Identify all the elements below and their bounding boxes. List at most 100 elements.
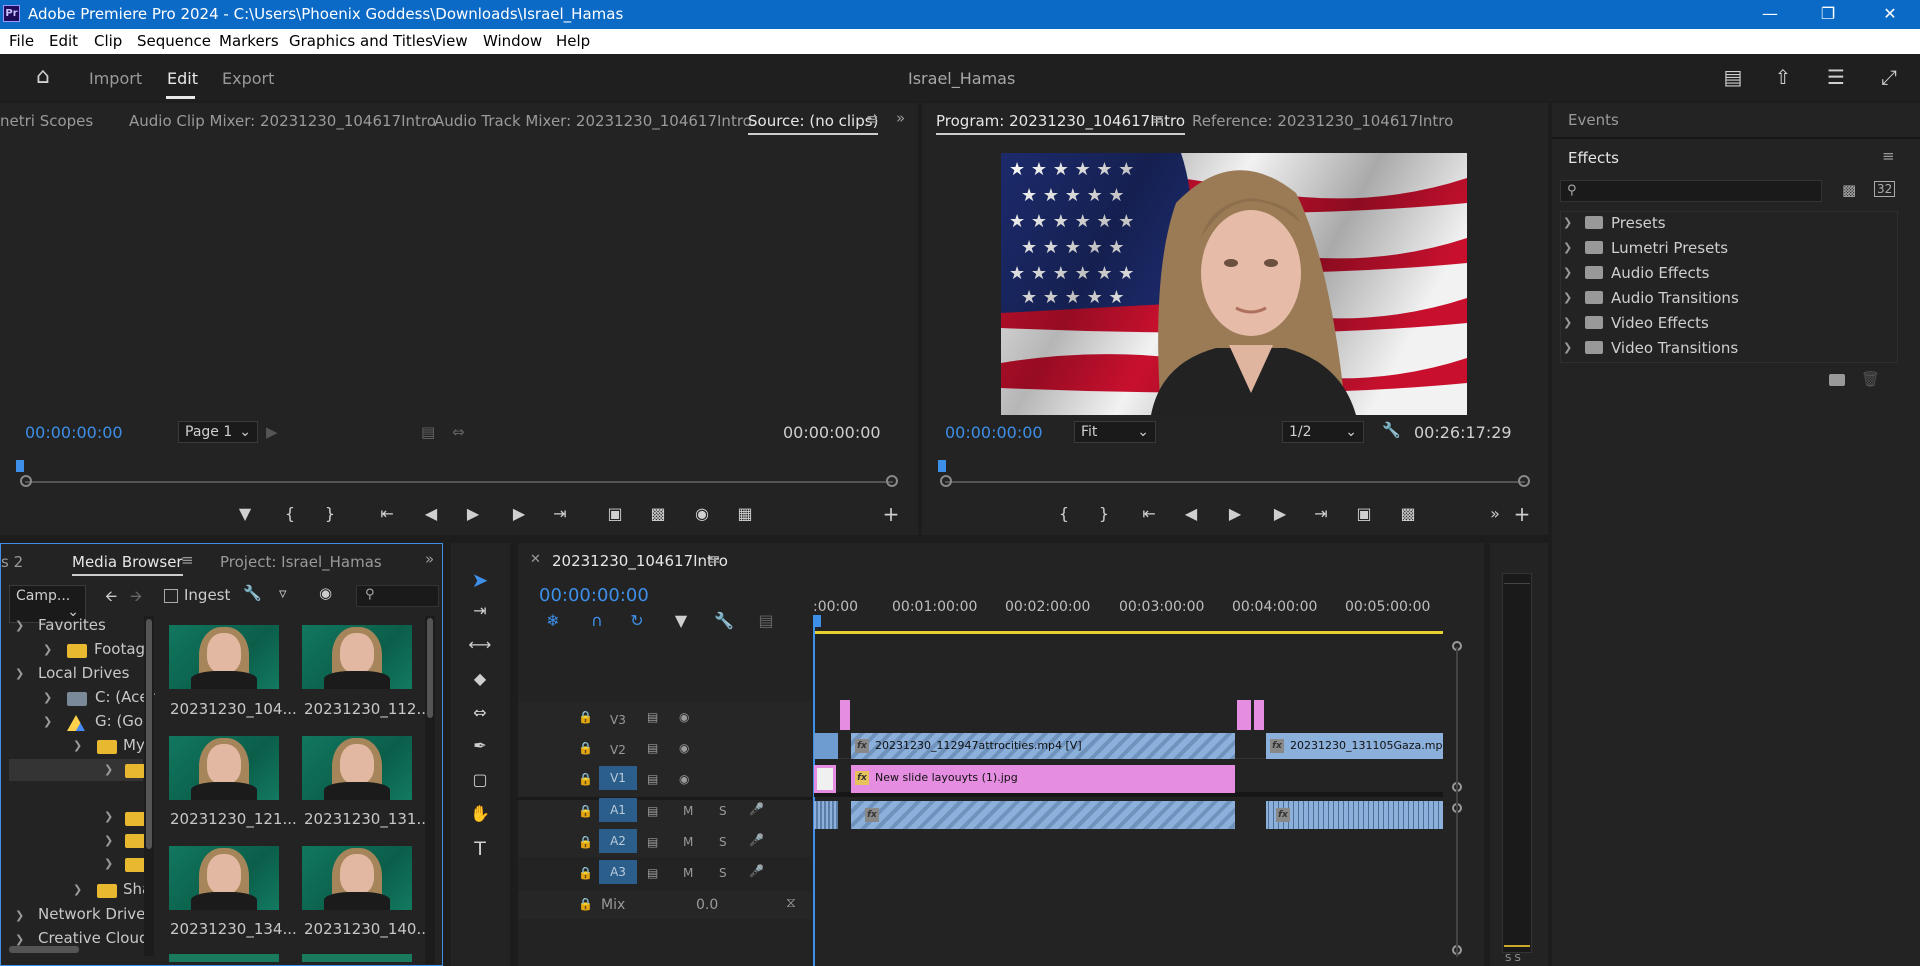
- program-timecode[interactable]: 00:00:00:00: [945, 423, 1043, 442]
- chevron-down-icon[interactable]: ❯: [104, 763, 113, 776]
- menu-edit[interactable]: Edit: [49, 32, 78, 50]
- v2-clip-gaza[interactable]: fx 20231230_131105Gaza.mp4: [1266, 733, 1443, 759]
- tree-h-scrollbar-thumb[interactable]: [9, 946, 79, 953]
- menu-graphics-and-titles[interactable]: Graphics and Titles: [289, 32, 433, 50]
- tab-audio-clip-mixer[interactable]: Audio Clip Mixer: 20231230_104617Intro: [129, 112, 436, 130]
- sync-lock-icon[interactable]: ▤: [647, 866, 658, 880]
- v3-clip[interactable]: [1254, 700, 1264, 730]
- tab-lumetri-scopes[interactable]: netri Scopes: [0, 112, 93, 130]
- slip-tool-icon[interactable]: ⇔: [467, 703, 493, 722]
- chevron-right-icon[interactable]: ❯: [1563, 266, 1572, 279]
- lock-icon[interactable]: 🔒: [578, 710, 593, 724]
- tab-project[interactable]: Project: Israel_Hamas: [220, 553, 382, 571]
- tab-program[interactable]: Program: 20231230_104617Intro: [936, 112, 1186, 135]
- program-playhead[interactable]: [938, 460, 946, 472]
- mute-a3-button[interactable]: M: [683, 866, 693, 880]
- lock-icon[interactable]: 🔒: [578, 741, 593, 755]
- v3-clip[interactable]: [1237, 700, 1251, 730]
- source-zoom-end[interactable]: [886, 475, 898, 487]
- media-thumbnail[interactable]: [169, 846, 279, 910]
- tree-network-drives[interactable]: Network Drives: [38, 905, 153, 923]
- insert-icon[interactable]: ▣: [602, 504, 628, 523]
- tab-events[interactable]: Events: [1568, 111, 1619, 129]
- tree-scrollbar-thumb[interactable]: [146, 619, 152, 849]
- close-button[interactable]: ✕: [1862, 0, 1918, 29]
- chevron-down-icon[interactable]: ❯: [15, 933, 24, 946]
- menu-clip[interactable]: Clip: [94, 32, 122, 50]
- home-icon[interactable]: ⌂: [30, 64, 56, 90]
- mark-out-icon[interactable]: }: [1091, 504, 1117, 523]
- v1-clip[interactable]: [814, 765, 836, 793]
- go-to-in-icon[interactable]: ⇤: [374, 504, 400, 523]
- media-thumbnail[interactable]: [302, 736, 412, 800]
- work-area-bar[interactable]: [814, 631, 1443, 634]
- solo-a2-button[interactable]: S: [719, 835, 727, 849]
- restore-button[interactable]: ❐: [1800, 0, 1856, 29]
- track-label-a2[interactable]: A2: [599, 829, 637, 853]
- effects-item-audio-transitions[interactable]: Audio Transitions: [1611, 289, 1739, 307]
- share-icon[interactable]: ⇧: [1770, 64, 1796, 90]
- tab-media-browser[interactable]: Media Browser: [72, 553, 183, 576]
- pen-tool-icon[interactable]: ✒: [467, 736, 493, 755]
- resolution-dropdown[interactable]: 1/2 ⌄: [1282, 421, 1364, 443]
- lock-icon[interactable]: 🔒: [578, 866, 593, 880]
- media-thumbnail[interactable]: [302, 846, 412, 910]
- nest-icon[interactable]: ❄: [540, 611, 566, 630]
- program-menu-icon[interactable]: ≡: [1152, 110, 1165, 128]
- media-thumbnail[interactable]: [302, 625, 412, 689]
- v1-clip-slide[interactable]: fx New slide layouyts (1).jpg: [851, 765, 1235, 793]
- tree-favorites[interactable]: Favorites: [38, 616, 106, 634]
- add-marker-icon[interactable]: ▼: [668, 611, 694, 630]
- overwrite-icon[interactable]: ▩: [645, 504, 671, 523]
- v2-clip-attrocities[interactable]: fx 20231230_112947attrocities.mp4 [V]: [851, 733, 1235, 759]
- effects-search-input[interactable]: ⚲: [1560, 180, 1822, 202]
- go-to-out-icon[interactable]: ⇥: [547, 504, 573, 523]
- 32bit-effects-icon[interactable]: 32: [1874, 181, 1896, 197]
- media-search-input[interactable]: ⚲: [356, 585, 439, 607]
- mic-icon[interactable]: 🎤: [749, 833, 764, 847]
- tree-my-drive[interactable]: My: [123, 736, 145, 754]
- filter-icon[interactable]: ▿: [279, 584, 287, 602]
- lock-icon[interactable]: 🔒: [578, 897, 593, 911]
- menu-window[interactable]: Window: [483, 32, 542, 50]
- tab-import[interactable]: Import: [89, 69, 142, 88]
- mic-icon[interactable]: 🎤: [749, 864, 764, 878]
- a1-clip-attrocities[interactable]: fx: [851, 801, 1235, 829]
- mark-in-icon[interactable]: {: [1051, 504, 1077, 523]
- minimize-button[interactable]: —: [1742, 0, 1798, 29]
- source-playhead[interactable]: [16, 460, 24, 472]
- step-back-icon[interactable]: ◀: [418, 504, 444, 523]
- menu-markers[interactable]: Markers: [219, 32, 279, 50]
- sync-lock-icon[interactable]: ▤: [647, 804, 658, 818]
- media-thumbnail-partial[interactable]: [302, 954, 412, 962]
- eye-icon[interactable]: ◉: [679, 741, 689, 755]
- quick-export-icon[interactable]: ▤: [1720, 64, 1746, 90]
- go-to-out-icon[interactable]: ⇥: [1308, 504, 1334, 523]
- effects-menu-icon[interactable]: ≡: [1882, 147, 1895, 165]
- timeline-vscroll-track[interactable]: [1456, 647, 1458, 957]
- wrench-icon[interactable]: 🔧: [243, 584, 262, 602]
- workspaces-icon[interactable]: ☰: [1823, 64, 1849, 90]
- hand-tool-icon[interactable]: ✋: [467, 804, 493, 823]
- tab-audio-track-mixer[interactable]: Audio Track Mixer: 20231230_104617Intro: [434, 112, 752, 130]
- forward-arrow-icon[interactable]: 🡪: [130, 586, 142, 611]
- chevron-down-icon[interactable]: ❯: [15, 667, 24, 680]
- step-back-icon[interactable]: ◀: [1178, 504, 1204, 523]
- export-frame-icon[interactable]: ◉: [689, 504, 715, 523]
- effects-item-lumetri-presets[interactable]: Lumetri Presets: [1611, 239, 1728, 257]
- program-scrub-ruler[interactable]: [945, 481, 1525, 483]
- tab-effects[interactable]: Effects: [1568, 149, 1619, 167]
- effects-item-video-transitions[interactable]: Video Transitions: [1611, 339, 1738, 357]
- trash-icon[interactable]: 🗑: [1861, 370, 1880, 388]
- program-zoom-start[interactable]: [940, 475, 952, 487]
- sync-lock-icon[interactable]: ▤: [647, 741, 658, 755]
- effects-item-video-effects[interactable]: Video Effects: [1611, 314, 1709, 332]
- step-forward-icon[interactable]: ▶: [1267, 504, 1293, 523]
- sync-lock-icon[interactable]: ▤: [647, 835, 658, 849]
- chevron-right-icon[interactable]: ❯: [1563, 216, 1572, 229]
- wrench-icon[interactable]: 🔧: [711, 611, 737, 630]
- sync-lock-icon[interactable]: ▤: [647, 710, 658, 724]
- snap-icon[interactable]: ∩: [584, 611, 610, 630]
- sync-lock-icon[interactable]: ▤: [647, 772, 658, 786]
- tree-local-drives[interactable]: Local Drives: [38, 664, 129, 682]
